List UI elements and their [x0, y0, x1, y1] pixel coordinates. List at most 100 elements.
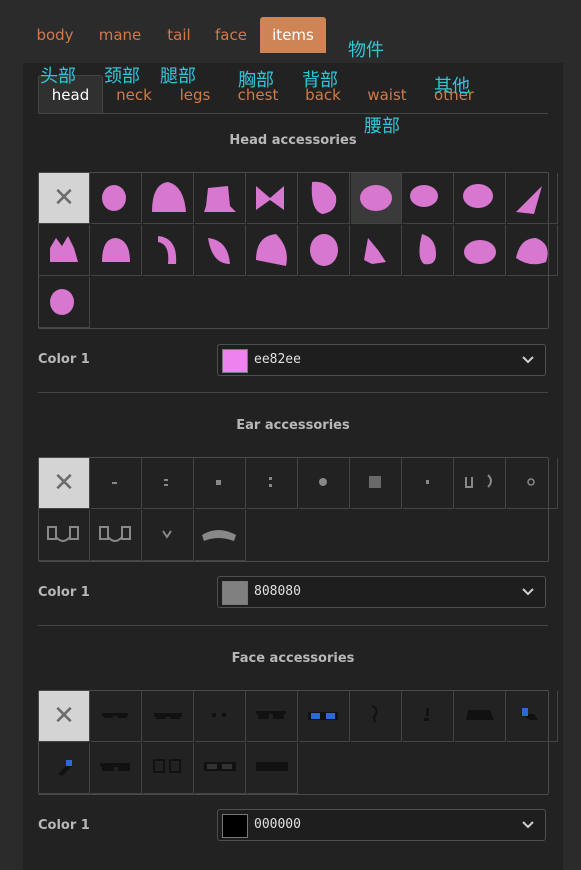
face-accessory-icon: [102, 713, 128, 718]
x-icon: ✕: [53, 468, 75, 498]
head-accessory-option[interactable]: [455, 173, 506, 224]
tab-mane[interactable]: mane: [92, 17, 148, 53]
annotation-head: 头部: [40, 66, 76, 87]
ear-accessory-option[interactable]: [455, 458, 506, 509]
color-label-face: Color 1: [38, 818, 90, 833]
face-accessory-option[interactable]: [455, 691, 506, 742]
face-accessory-option[interactable]: [91, 743, 142, 794]
face-accessory-icon: [100, 763, 130, 771]
face-accessory-option[interactable]: [299, 691, 350, 742]
face-accessory-icon: [153, 759, 181, 773]
ear-color-select[interactable]: 808080: [217, 576, 546, 608]
ear-accessory-option[interactable]: [351, 458, 402, 509]
face-accessory-option[interactable]: [143, 743, 194, 794]
head-accessory-icon: [410, 185, 438, 207]
ear-accessory-option[interactable]: [403, 458, 454, 509]
head-accessory-icon: [102, 185, 126, 211]
face-accessory-option[interactable]: [39, 743, 90, 794]
chevron-down-icon: [522, 821, 534, 829]
tab-face[interactable]: face: [208, 17, 254, 53]
face-accessory-icon: [256, 711, 286, 719]
head-accessory-option[interactable]: [403, 173, 454, 224]
tab-items[interactable]: items: [260, 17, 326, 53]
ear-accessory-option[interactable]: [91, 510, 142, 561]
face-accessory-icon: [424, 708, 429, 721]
section-title-head: Head accessories: [229, 133, 357, 148]
face-accessory-option[interactable]: [195, 743, 246, 794]
head-accessory-option[interactable]: [39, 225, 90, 276]
divider: [38, 392, 548, 393]
face-accessory-option[interactable]: [143, 691, 194, 742]
head-accessory-option[interactable]: [91, 173, 142, 224]
head-accessory-option[interactable]: [299, 173, 350, 224]
head-accessory-icon: [208, 238, 230, 264]
head-accessory-option[interactable]: [91, 225, 142, 276]
face-accessory-grid: ✕: [38, 690, 558, 795]
face-accessory-option[interactable]: [195, 691, 246, 742]
face-accessory-option[interactable]: [403, 691, 454, 742]
face-color-select[interactable]: 000000: [217, 809, 546, 841]
head-color-select[interactable]: ee82ee: [217, 344, 546, 376]
head-accessory-option[interactable]: [39, 277, 90, 328]
face-accessory-option[interactable]: [247, 691, 298, 742]
face-none-option[interactable]: ✕: [39, 691, 90, 742]
ear-accessory-icon: [465, 474, 492, 488]
head-accessory-option[interactable]: [299, 225, 350, 276]
ear-accessory-option[interactable]: [299, 458, 350, 509]
ear-none-option[interactable]: ✕: [39, 458, 90, 509]
head-accessory-icon: [364, 238, 386, 264]
ear-accessory-option[interactable]: [39, 510, 90, 561]
ear-accessory-option[interactable]: [143, 458, 194, 509]
head-accessory-option[interactable]: [195, 173, 246, 224]
annotation-neck: 颈部: [104, 66, 140, 87]
ear-accessory-icon: [269, 477, 272, 487]
head-accessory-icon: [310, 234, 338, 266]
head-accessory-icon: [152, 182, 186, 212]
head-accessory-option[interactable]: [507, 225, 558, 276]
color-hex-value: ee82ee: [254, 352, 301, 367]
face-accessory-icon: [520, 708, 538, 720]
head-accessory-option[interactable]: [455, 225, 506, 276]
head-accessory-icon: [311, 181, 337, 214]
face-accessory-icon: [58, 760, 72, 776]
color-hex-value: 000000: [254, 817, 301, 832]
head-accessory-option[interactable]: [143, 225, 194, 276]
chevron-down-icon: [522, 588, 534, 596]
subtab-waist[interactable]: waist: [362, 75, 412, 113]
ear-accessory-option[interactable]: [195, 510, 246, 561]
color-swatch: [222, 814, 248, 838]
ear-accessory-option[interactable]: [507, 458, 558, 509]
tab-body[interactable]: body: [28, 17, 82, 53]
head-accessory-icon: [50, 289, 74, 315]
tab-tail[interactable]: tail: [160, 17, 198, 53]
face-accessory-option[interactable]: [351, 691, 402, 742]
head-accessory-option[interactable]: [247, 173, 298, 224]
head-accessory-option[interactable]: [351, 173, 402, 224]
ear-accessory-option[interactable]: [143, 510, 194, 561]
annotation-back: 背部: [302, 70, 338, 91]
face-accessory-option[interactable]: [91, 691, 142, 742]
divider: [38, 113, 548, 114]
section-title-ear: Ear accessories: [236, 418, 350, 433]
head-none-option[interactable]: ✕: [39, 173, 90, 224]
head-accessory-option[interactable]: [247, 225, 298, 276]
ear-accessory-icon: [47, 526, 79, 542]
head-accessory-option[interactable]: [403, 225, 454, 276]
head-accessory-option[interactable]: [143, 173, 194, 224]
ear-accessory-icon: [426, 480, 429, 484]
head-accessory-option[interactable]: [351, 225, 402, 276]
head-accessory-icon: [419, 234, 436, 265]
face-accessory-option[interactable]: [507, 691, 558, 742]
head-accessory-option[interactable]: [195, 225, 246, 276]
face-accessory-option[interactable]: [247, 743, 298, 794]
section-title-face: Face accessories: [231, 651, 355, 666]
head-accessory-icon: [464, 240, 496, 264]
ear-accessory-option[interactable]: [247, 458, 298, 509]
head-accessory-option[interactable]: [507, 173, 558, 224]
ear-accessory-icon: [527, 478, 535, 486]
ear-accessory-option[interactable]: [195, 458, 246, 509]
ear-accessory-option[interactable]: [91, 458, 142, 509]
head-accessory-icon: [516, 186, 542, 214]
ear-accessory-grid: ✕: [38, 457, 558, 562]
head-accessory-icon: [360, 185, 392, 211]
